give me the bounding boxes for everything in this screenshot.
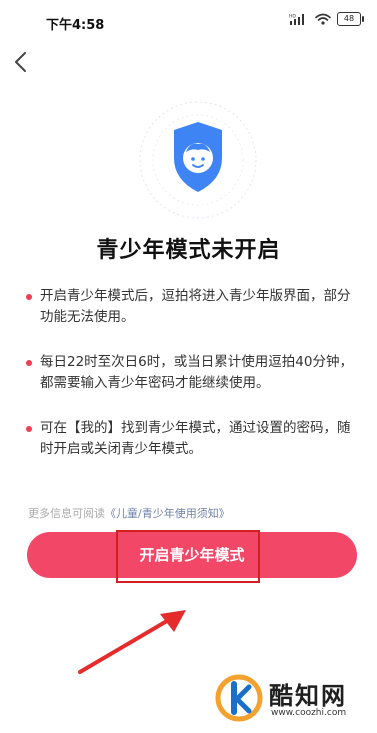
back-button[interactable] [8,48,36,76]
watermark: 酷知网 www.coozhi.com [215,670,375,726]
bullet-dot [26,360,32,366]
chevron-left-icon [15,52,26,72]
bullet-text: 开启青少年模式后，逗拍将进入青少年版界面，部分功能无法使用。 [40,288,351,325]
bullet-text: 每日22时至次日6时，或当日累计使用逗拍40分钟，都需要输入青少年密码才能继续使… [40,354,353,391]
more-info-prefix: 更多信息可阅读 [28,507,105,520]
battery-icon: 48 [337,12,364,26]
enable-youth-mode-label: 开启青少年模式 [139,546,245,564]
network-label: HD [289,14,296,20]
bullet-item: 每日22时至次日6时，或当日累计使用逗拍40分钟，都需要输入青少年密码才能继续使… [26,352,356,394]
watermark-url: www.coozhi.com [271,708,347,718]
bullet-list: 开启青少年模式后，逗拍将进入青少年版界面，部分功能无法使用。 每日22时至次日6… [26,286,356,484]
bullet-dot [26,426,32,432]
annotation-arrow-icon [78,610,186,674]
enable-youth-mode-button[interactable]: 开启青少年模式 [27,532,357,578]
coozhi-logo-icon [215,674,263,722]
bullet-dot [26,294,32,300]
status-time: 下午4:58 [46,18,105,33]
guidelines-link[interactable]: 《儿童/青少年使用须知》 [105,507,230,520]
wifi-icon [315,13,331,25]
bullet-item: 开启青少年模式后，逗拍将进入青少年版界面，部分功能无法使用。 [26,286,356,328]
bullet-item: 可在【我的】找到青少年模式，通过设置的密码，随时开启或关闭青少年模式。 [26,418,356,460]
bullet-text: 可在【我的】找到青少年模式，通过设置的密码，随时开启或关闭青少年模式。 [40,420,351,457]
signal-icon: HD [289,14,304,25]
page-title: 青少年模式未开启 [96,238,281,263]
status-bar: 下午4:58 HD 48 [0,0,377,40]
hero-illustration [138,100,258,220]
more-info-text: 更多信息可阅读《儿童/青少年使用须知》 [28,505,230,521]
battery-level: 48 [343,14,355,23]
status-icons: HD 48 [289,12,364,26]
watermark-name: 酷知网 [269,682,347,710]
shield-child-face-icon [139,101,257,219]
